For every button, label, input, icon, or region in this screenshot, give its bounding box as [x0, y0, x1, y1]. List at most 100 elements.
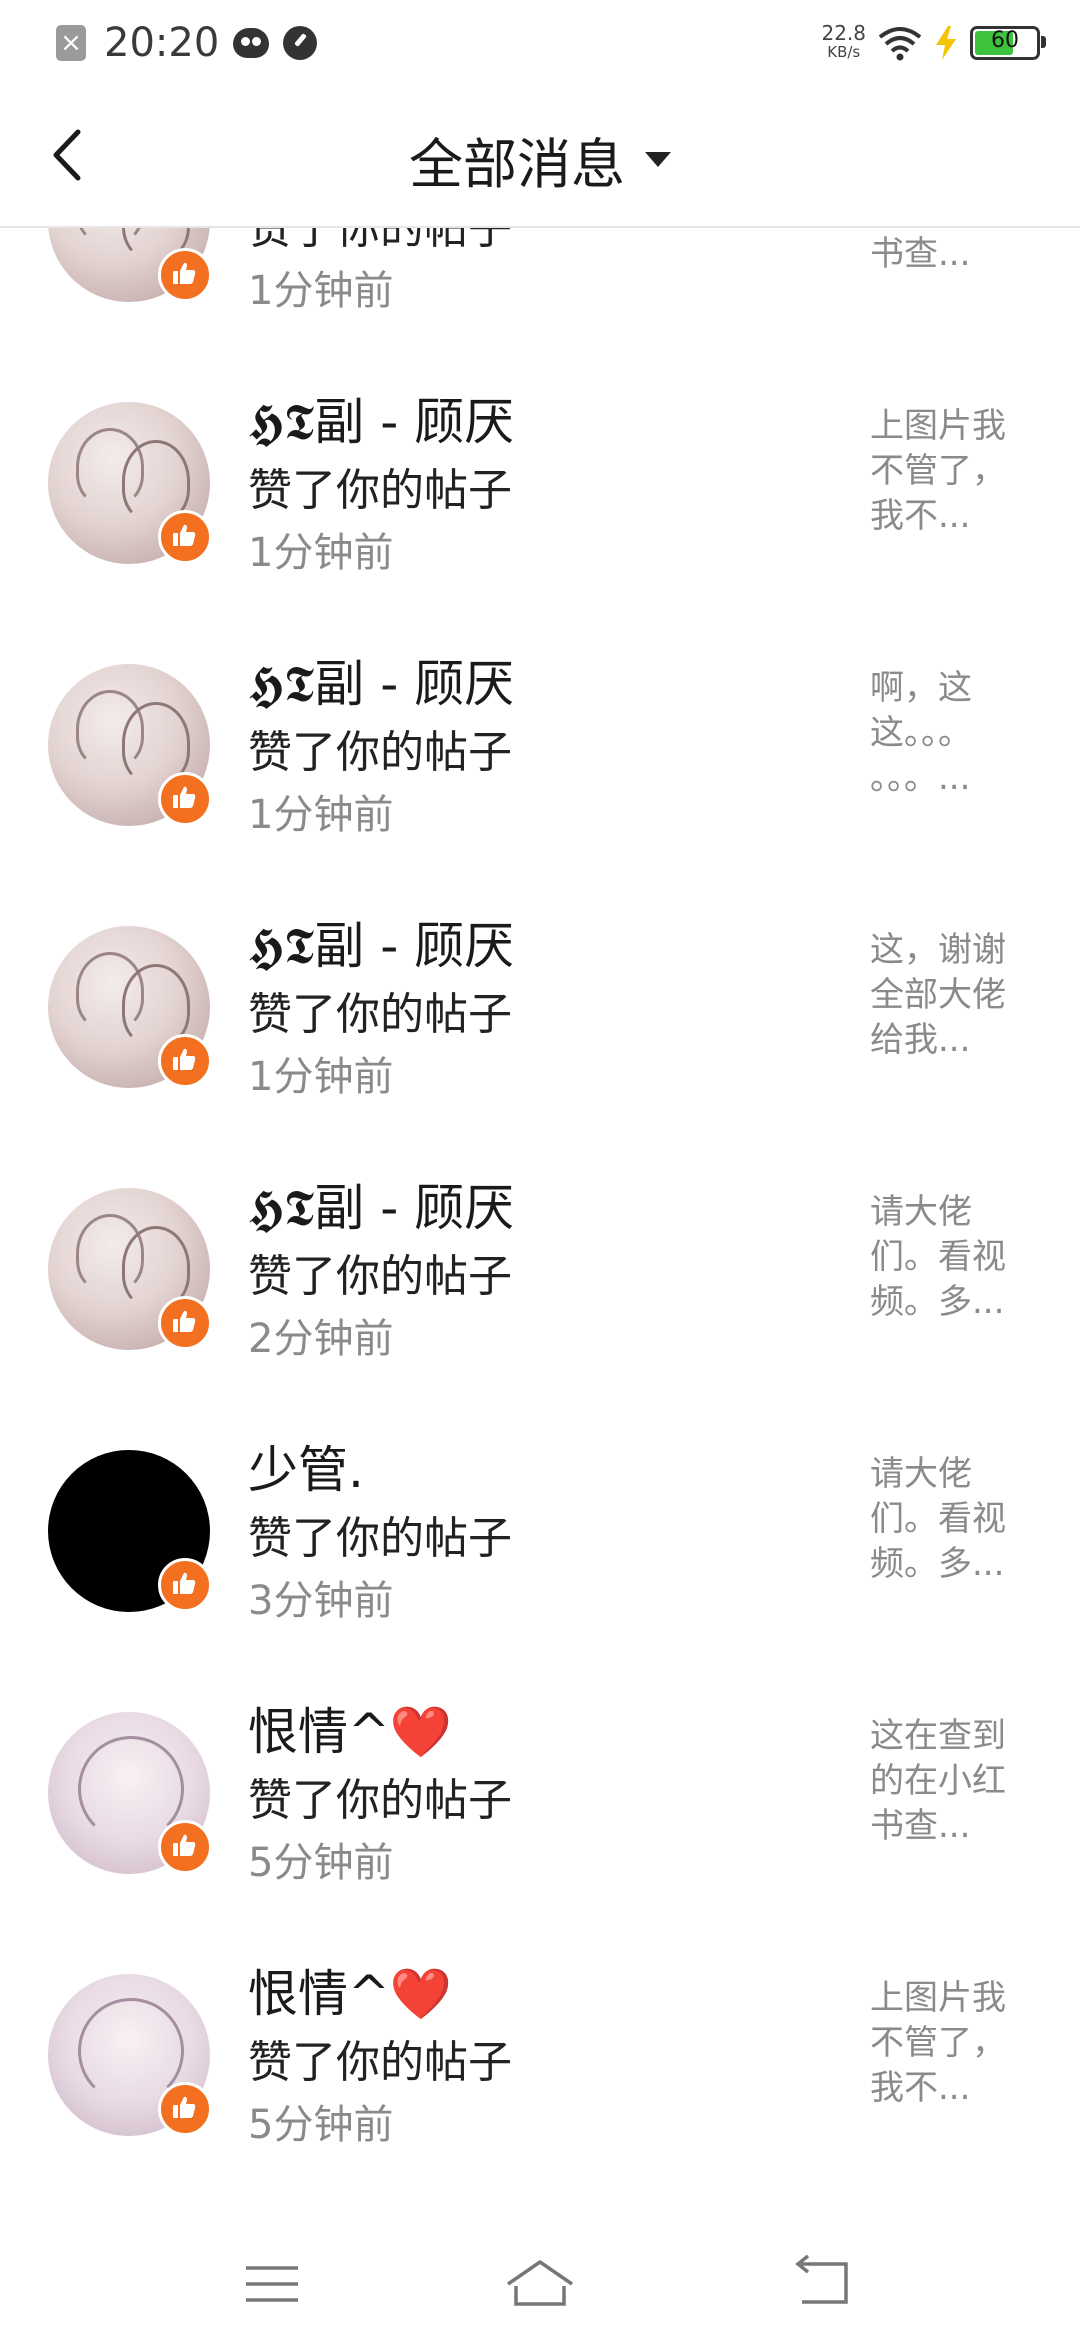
- action-text: 赞了你的帖子: [248, 465, 512, 516]
- back-nav-button[interactable]: [782, 2254, 862, 2314]
- preview-line: 给我...: [870, 1020, 971, 1060]
- like-badge: [158, 1034, 212, 1088]
- sender-name[interactable]: 𝕳𝕿副 - 顾厌: [248, 1168, 514, 1240]
- preview-line: 们。看视: [870, 1499, 1006, 1539]
- thumbs-up-icon: [173, 262, 196, 284]
- action-text: 赞了你的帖子: [248, 989, 512, 1040]
- preview-line: 请大佬: [870, 1192, 972, 1232]
- preview-line: 这。。。: [870, 713, 972, 753]
- preview-line: 。。。...: [870, 758, 971, 798]
- action-text: 赞了你的帖子: [248, 1775, 512, 1826]
- preview-line: 们。看视: [870, 1237, 1006, 1277]
- preview-line: 上图片我: [870, 406, 1006, 446]
- action-text: 赞了你的帖子: [248, 228, 512, 254]
- thumbs-up-icon: [173, 2096, 196, 2118]
- preview-line: 频。多...: [870, 1282, 1005, 1322]
- preview-line: 我不...: [870, 496, 971, 536]
- preview-line: 频。多...: [870, 1544, 1005, 1584]
- sender-name[interactable]: 𝕳𝕿副 - 顾厌: [248, 382, 514, 454]
- action-text: 赞了你的帖子: [248, 1251, 512, 1302]
- message-item[interactable]: 恨情^❤️ 赞了你的帖子 5分钟前 上图片我 不管了， 我不...: [0, 1914, 1080, 2176]
- like-badge: [158, 1296, 212, 1350]
- message-item[interactable]: 𝕳𝕿副 - 顾厌 赞了你的帖子 1分钟前 这在查到 的在小红 书查...: [0, 228, 1080, 342]
- time-text: 1分钟前: [248, 792, 394, 838]
- like-badge: [158, 1820, 212, 1874]
- post-preview[interactable]: 上图片我 不管了， 我不...: [870, 404, 1030, 539]
- network-speed: 22.8 KB/s: [821, 21, 866, 62]
- action-text: 赞了你的帖子: [248, 2037, 512, 2088]
- sender-name[interactable]: 恨情^❤️: [248, 1954, 452, 2026]
- thumbs-up-icon: [173, 524, 196, 546]
- post-preview[interactable]: 啊，这 这。。。 。。。...: [870, 666, 1030, 801]
- header: 全部消息: [0, 84, 1080, 228]
- preview-line: 书查...: [870, 1806, 971, 1846]
- title-dropdown[interactable]: 全部消息: [0, 120, 1080, 199]
- preview-line: 不管了，: [870, 451, 1006, 491]
- battery-level: 60: [991, 28, 1019, 53]
- close-notification-icon[interactable]: ×: [56, 25, 86, 61]
- gauge-icon: [283, 26, 318, 60]
- status-bar-right: 22.8 KB/s 60: [821, 20, 1046, 66]
- like-badge: [158, 2082, 212, 2136]
- preview-line: 啊，这: [870, 668, 972, 708]
- thumbs-up-icon: [173, 1834, 196, 1856]
- thumbs-up-icon: [173, 786, 196, 808]
- preview-line: 不管了，: [870, 2023, 1006, 2063]
- preview-line: 这，谢谢: [870, 930, 1006, 970]
- message-item[interactable]: 𝕳𝕿副 - 顾厌 赞了你的帖子 1分钟前 啊，这 这。。。 。。。...: [0, 604, 1080, 866]
- menu-button[interactable]: [232, 2254, 312, 2314]
- post-preview[interactable]: 这，谢谢 全部大佬 给我...: [870, 928, 1030, 1063]
- thumbs-up-icon: [173, 1572, 196, 1594]
- navigation-bar: [0, 2230, 1080, 2340]
- home-icon: [507, 2260, 573, 2306]
- post-preview[interactable]: 请大佬 们。看视 频。多...: [870, 1452, 1030, 1587]
- sender-name[interactable]: 少管.: [248, 1430, 364, 1502]
- message-item[interactable]: 𝕳𝕿副 - 顾厌 赞了你的帖子 1分钟前 上图片我 不管了， 我不...: [0, 342, 1080, 604]
- preview-line: 我不...: [870, 2068, 971, 2108]
- message-item[interactable]: 少管. 赞了你的帖子 3分钟前 请大佬 们。看视 频。多...: [0, 1390, 1080, 1652]
- time-text: 1分钟前: [248, 1054, 394, 1100]
- like-badge: [158, 510, 212, 564]
- like-badge: [158, 248, 212, 302]
- like-badge: [158, 772, 212, 826]
- post-preview[interactable]: 这在查到 的在小红 书查...: [870, 1714, 1030, 1849]
- wifi-icon: [878, 27, 922, 61]
- status-bar: × 20:20 22.8 KB/s 60: [0, 0, 1080, 84]
- home-button[interactable]: [500, 2254, 580, 2314]
- preview-line: 这在查到: [870, 1716, 1006, 1756]
- network-speed-unit: KB/s: [827, 43, 861, 61]
- network-speed-value: 22.8: [821, 21, 866, 45]
- status-bar-left: × 20:20: [56, 18, 318, 68]
- preview-line: 全部大佬: [870, 975, 1006, 1015]
- thumbs-up-icon: [173, 1048, 196, 1070]
- time-text: 1分钟前: [248, 530, 394, 576]
- message-list[interactable]: 𝕳𝕿副 - 顾厌 赞了你的帖子 1分钟前 这在查到 的在小红 书查... 𝕳𝕿副…: [0, 228, 1080, 2230]
- sender-name[interactable]: 恨情^❤️: [248, 1692, 452, 1764]
- time-text: 5分钟前: [248, 1840, 394, 1886]
- battery-icon: 60: [970, 26, 1046, 60]
- caret-down-icon: [645, 152, 671, 167]
- status-time: 20:20: [104, 20, 220, 66]
- post-preview[interactable]: 请大佬 们。看视 频。多...: [870, 1190, 1030, 1325]
- cat-icon: [233, 28, 270, 58]
- time-text: 5分钟前: [248, 2102, 394, 2148]
- thumbs-up-icon: [173, 1310, 196, 1332]
- message-item[interactable]: 恨情^❤️ 赞了你的帖子 5分钟前 这在查到 的在小红 书查...: [0, 1652, 1080, 1914]
- time-text: 1分钟前: [248, 268, 394, 314]
- action-text: 赞了你的帖子: [248, 727, 512, 778]
- sender-name[interactable]: 𝕳𝕿副 - 顾厌: [248, 644, 514, 716]
- sender-name[interactable]: 𝕳𝕿副 - 顾厌: [248, 906, 514, 978]
- like-badge: [158, 1558, 212, 1612]
- charging-icon: [936, 26, 956, 60]
- preview-line: 书查...: [870, 234, 971, 274]
- preview-line: 请大佬: [870, 1454, 972, 1494]
- preview-line: 的在小红: [870, 1761, 1006, 1801]
- message-item[interactable]: 𝕳𝕿副 - 顾厌 赞了你的帖子 1分钟前 这，谢谢 全部大佬 给我...: [0, 866, 1080, 1128]
- back-icon: [795, 2254, 848, 2304]
- post-preview[interactable]: 上图片我 不管了， 我不...: [870, 1976, 1030, 2111]
- post-preview[interactable]: 这在查到 的在小红 书查...: [870, 228, 1030, 277]
- page-title: 全部消息: [409, 133, 625, 196]
- message-item[interactable]: 𝕳𝕿副 - 顾厌 赞了你的帖子 2分钟前 请大佬 们。看视 频。多...: [0, 1128, 1080, 1390]
- time-text: 2分钟前: [248, 1316, 394, 1362]
- action-text: 赞了你的帖子: [248, 1513, 512, 1564]
